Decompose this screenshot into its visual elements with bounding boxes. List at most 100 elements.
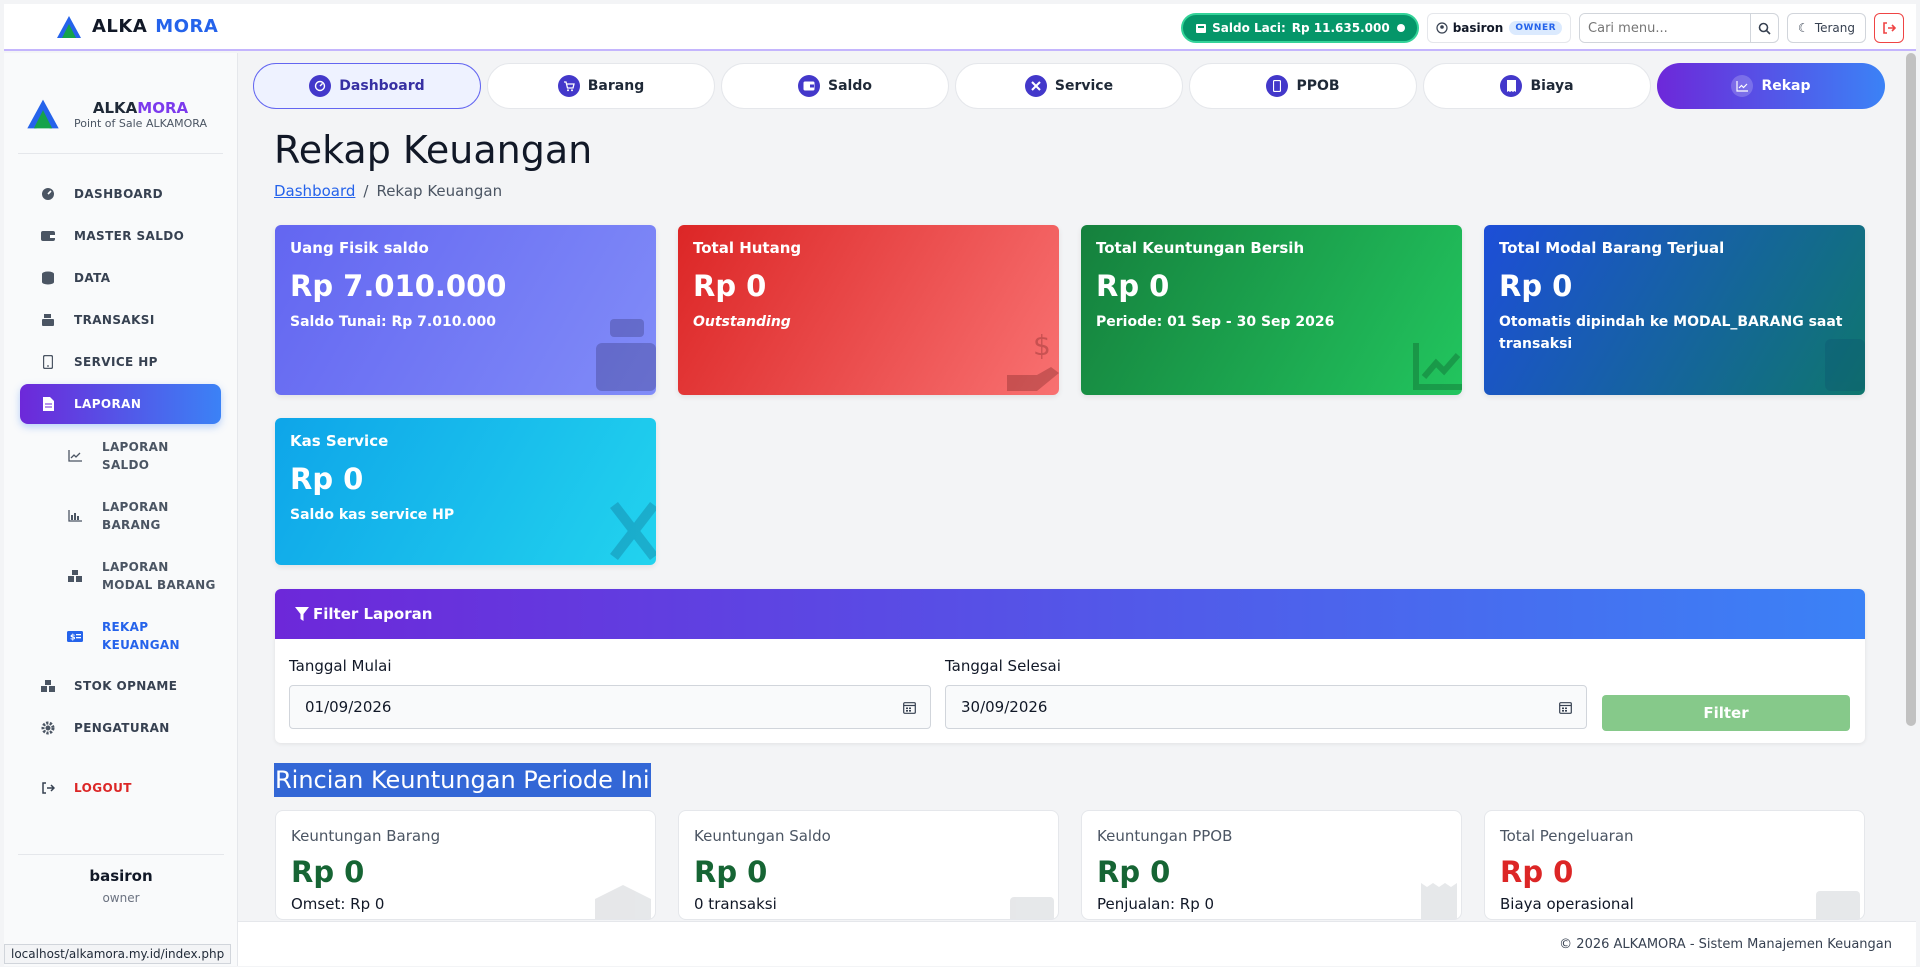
profit-card-barang: Keuntungan Barang Rp 0 Omset: Rp 0 [275, 810, 656, 920]
profit-card-ppob: Keuntungan PPOB Rp 0 Penjualan: Rp 0 [1081, 810, 1462, 920]
sidebar-item-laporan[interactable]: LAPORAN [20, 384, 221, 424]
boxes-icon [40, 678, 56, 694]
moon-icon: ☾ [1798, 21, 1809, 35]
filter-title: Filter Laporan [313, 605, 433, 623]
filter-panel: Filter Laporan Tanggal Mulai 01/09/2026 … [275, 589, 1865, 743]
card-subtext: Saldo kas service HP [290, 507, 455, 523]
card-subtext: Otomatis dipindah ke MODAL_BARANG saat t… [1499, 314, 1843, 352]
saldo-laci-value: Rp 11.635.000 [1291, 21, 1390, 35]
subitem-label-line2: SALDO [102, 458, 150, 472]
svg-text:$: $ [1033, 329, 1051, 362]
receipt-icon [1421, 883, 1457, 919]
tab-label: Barang [587, 78, 645, 94]
calendar-icon[interactable] [1559, 701, 1572, 714]
subitem-label-line1: REKAP [102, 620, 149, 634]
sidebar-subitem-laporan-saldo[interactable]: LAPORAN SALDO [20, 430, 221, 482]
sidebar: ALKAMORA Point of Sale ALKAMORA DASHBOAR… [4, 53, 238, 966]
sign-out-icon [40, 780, 56, 796]
theme-toggle-button[interactable]: ☾ Terang [1787, 13, 1866, 43]
page-title: Rekap Keuangan [274, 128, 593, 172]
breadcrumb-link-dashboard[interactable]: Dashboard [274, 182, 355, 200]
tab-rekap[interactable]: Rekap [1657, 63, 1885, 109]
hand-holding-dollar-icon: $ [1007, 329, 1059, 391]
tab-label: Rekap [1761, 78, 1811, 94]
brand-name-part1: ALKA [92, 16, 148, 37]
profit-card-subtext: 0 transaksi [694, 895, 777, 913]
sidebar-item-label: LAPORAN [74, 397, 142, 411]
end-date-field: Tanggal Selesai 30/09/2026 [945, 657, 1587, 729]
cart-icon [557, 75, 580, 97]
sidebar-item-pengaturan[interactable]: PENGATURAN [20, 708, 221, 748]
profit-card-label: Keuntungan Barang [291, 827, 441, 845]
cash-register-icon [596, 319, 656, 391]
user-circle-icon [1436, 22, 1448, 34]
sidebar-item-label: STOK OPNAME [74, 679, 178, 693]
tab-dashboard[interactable]: Dashboard [253, 63, 481, 109]
sidebar-subitem-laporan-modal-barang[interactable]: LAPORAN MODAL BARANG [20, 550, 221, 602]
subitem-label-line2: KEUANGAN [102, 638, 180, 652]
card-subtext: Outstanding [693, 314, 791, 330]
card-amount: Rp 7.010.000 [290, 269, 507, 303]
cash-register-icon [40, 312, 56, 328]
profit-card-label: Total Pengeluaran [1500, 827, 1634, 845]
tab-service[interactable]: Service [955, 63, 1183, 109]
search-input[interactable] [1580, 14, 1751, 42]
page-scrollbar[interactable] [1906, 53, 1916, 726]
gauge-icon [40, 186, 56, 202]
sidebar-brand-name: ALKAMORA [92, 98, 189, 117]
tab-biaya[interactable]: Biaya [1423, 63, 1651, 109]
top-bar: ALKA MORA Saldo Laci: Rp 11.635.000 basi… [4, 4, 1916, 51]
breadcrumb-separator: / [363, 182, 369, 200]
money-bill-icon: $ [66, 630, 84, 642]
sidebar-brand[interactable]: ALKAMORA Point of Sale ALKAMORA [26, 93, 237, 135]
sidebar-item-service-hp[interactable]: SERVICE HP [20, 342, 221, 382]
profit-card-subtext: Omset: Rp 0 [291, 895, 385, 913]
saldo-laci-badge[interactable]: Saldo Laci: Rp 11.635.000 [1181, 13, 1419, 43]
card-amount: Rp 0 [693, 269, 767, 303]
app-brand[interactable]: ALKA MORA [56, 15, 218, 39]
user-chip[interactable]: basiron OWNER [1426, 13, 1572, 43]
card-kas-service: Kas Service Rp 0 Saldo kas service HP [275, 418, 656, 565]
tab-barang[interactable]: Barang [487, 63, 715, 109]
sidebar-item-data[interactable]: DATA [20, 258, 221, 298]
sidebar-user-role: owner [102, 891, 140, 905]
subitem-label-line1: LAPORAN [102, 440, 169, 454]
cash-register-icon [1196, 24, 1207, 33]
calendar-icon[interactable] [903, 701, 916, 714]
receipt-icon [1500, 75, 1523, 97]
tab-label: Service [1054, 78, 1114, 94]
wallet-icon [1010, 897, 1054, 919]
end-date-input[interactable]: 30/09/2026 [945, 685, 1587, 729]
sidebar-brand-subtitle: Point of Sale ALKAMORA [74, 116, 208, 130]
filter-button[interactable]: Filter [1602, 695, 1850, 731]
tab-ppob[interactable]: PPOB [1189, 63, 1417, 109]
sidebar-item-master-saldo[interactable]: MASTER SALDO [20, 216, 221, 256]
file-icon [40, 396, 56, 412]
end-date-label: Tanggal Selesai [945, 657, 1061, 675]
theme-label: Terang [1814, 21, 1855, 35]
sidebar-subitem-laporan-barang[interactable]: LAPORAN BARANG [20, 490, 221, 542]
start-date-input[interactable]: 01/09/2026 [289, 685, 931, 729]
boxes-icon [66, 570, 84, 582]
profit-card-amount: Rp 0 [291, 855, 365, 889]
sidebar-item-dashboard[interactable]: DASHBOARD [20, 174, 221, 214]
sidebar-item-logout[interactable]: LOGOUT [20, 768, 221, 808]
sidebar-item-label: DATA [74, 271, 111, 285]
tab-label: Biaya [1530, 78, 1574, 94]
tab-saldo[interactable]: Saldo [721, 63, 949, 109]
brand-name-part2: MORA [155, 16, 219, 37]
sidebar-item-transaksi[interactable]: TRANSAKSI [20, 300, 221, 340]
box-icon [1825, 339, 1865, 391]
search-button[interactable] [1750, 14, 1778, 42]
sign-out-icon [1883, 22, 1896, 34]
search-icon [1758, 22, 1771, 35]
card-total-keuntungan-bersih: Total Keuntungan Bersih Rp 0 Periode: 01… [1081, 225, 1462, 395]
card-label: Uang Fisik saldo [290, 239, 429, 257]
sidebar-subitem-rekap-keuangan[interactable]: $ REKAP KEUANGAN [20, 610, 221, 662]
tools-icon [610, 501, 656, 561]
logout-button[interactable] [1874, 13, 1904, 43]
card-total-hutang: Total Hutang Rp 0 Outstanding $ [678, 225, 1059, 395]
card-label: Kas Service [290, 432, 389, 450]
sidebar-item-stok-opname[interactable]: STOK OPNAME [20, 666, 221, 706]
card-amount: Rp 0 [290, 462, 364, 496]
